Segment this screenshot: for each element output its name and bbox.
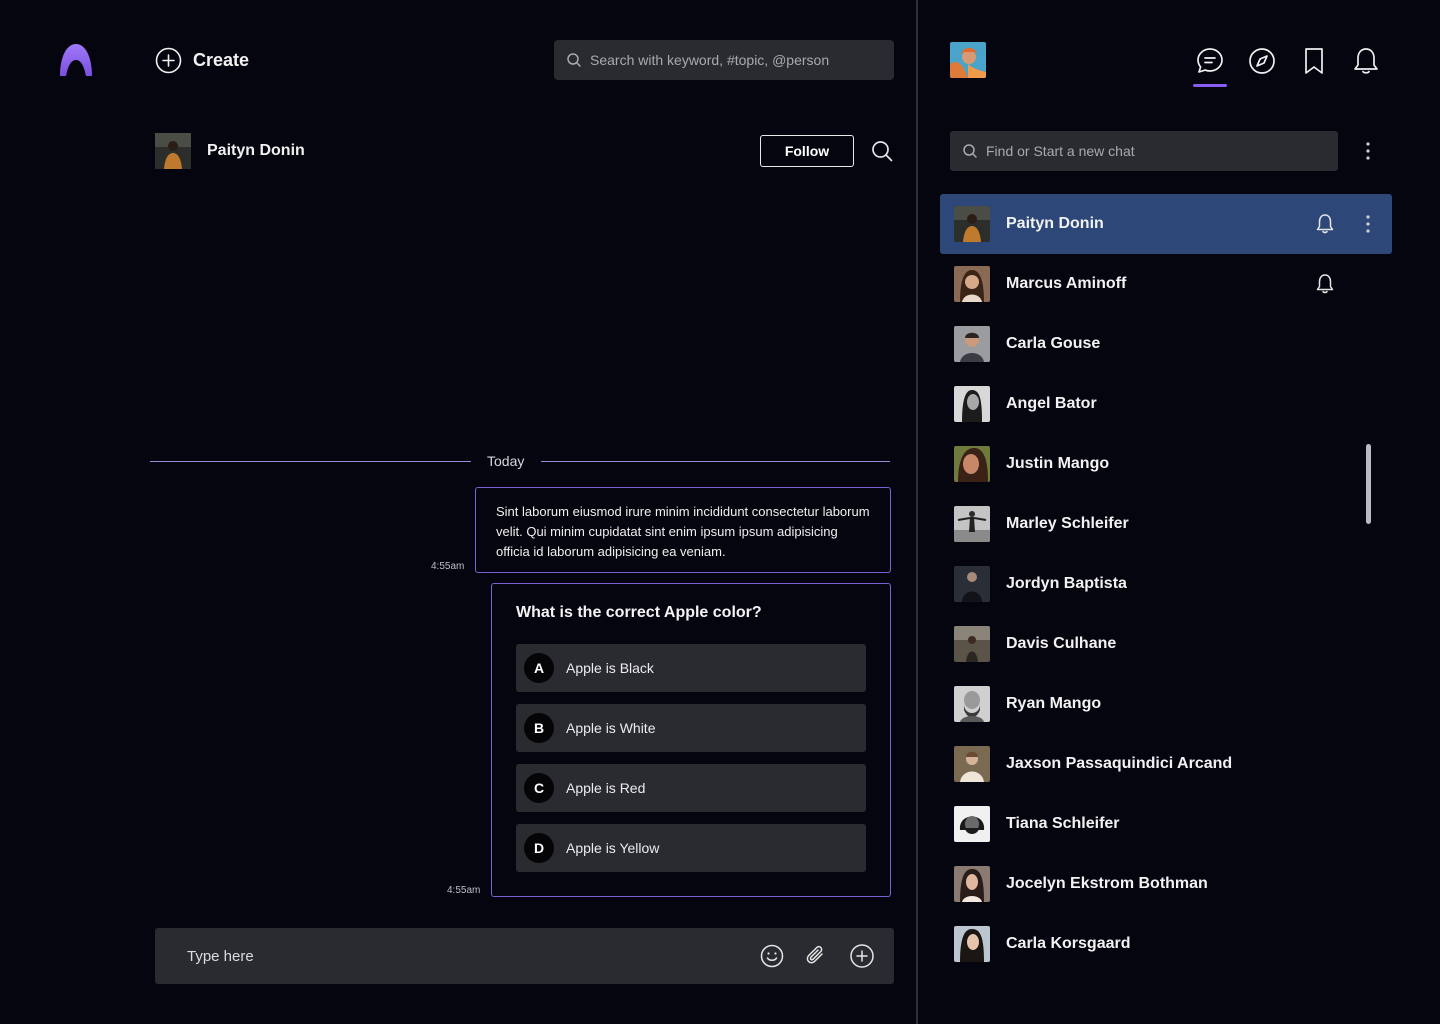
chat-item-jaxson-passaquindici-arcand[interactable]: Jaxson Passaquindici Arcand (940, 734, 1392, 794)
message-composer (155, 928, 894, 984)
divider-line-right (541, 461, 890, 462)
message-input[interactable] (187, 947, 747, 965)
poll-option-d[interactable]: D Apple is Yellow (516, 824, 866, 872)
chat-item-angel-bator[interactable]: Angel Bator (940, 374, 1392, 434)
chat-item-davis-culhane[interactable]: Davis Culhane (940, 614, 1392, 674)
chat-name: Justin Mango (1006, 455, 1110, 472)
avatar (954, 446, 990, 482)
chat-name: Ryan Mango (1006, 695, 1102, 712)
follow-button[interactable]: Follow (760, 135, 854, 167)
chat-item-paityn-donin[interactable]: Paityn Donin (940, 194, 1392, 254)
plus-circle-icon (155, 47, 182, 73)
chat-name: Tiana Schleifer (1006, 815, 1120, 832)
avatar (954, 626, 990, 662)
create-button[interactable]: Create (155, 46, 249, 74)
more-options-icon[interactable] (1358, 141, 1378, 161)
chat-search-input[interactable] (986, 143, 1326, 159)
chat-item-jocelyn-ekstrom-bothman[interactable]: Jocelyn Ekstrom Bothman (940, 854, 1392, 914)
option-letter: D (524, 833, 554, 863)
chat-item-tiana-schleifer[interactable]: Tiana Schleifer (940, 794, 1392, 854)
global-search-input[interactable] (590, 52, 880, 68)
chat-item-carla-gouse[interactable]: Carla Gouse (940, 314, 1392, 374)
option-letter: B (524, 713, 554, 743)
emoji-icon[interactable] (759, 943, 785, 969)
chat-name: Angel Bator (1006, 395, 1097, 412)
divider-line-left (150, 461, 471, 462)
paperclip-icon[interactable] (803, 943, 829, 969)
message-bubble[interactable]: Sint laborum eiusmod irure minim incidid… (475, 487, 891, 573)
option-letter: A (524, 653, 554, 683)
avatar (954, 566, 990, 602)
option-text: Apple is Black (566, 660, 654, 676)
bell-icon[interactable] (1314, 213, 1336, 235)
bookmark-icon[interactable] (1299, 46, 1329, 76)
date-divider-label: Today (487, 453, 525, 469)
compass-icon[interactable] (1247, 46, 1277, 76)
avatar (954, 686, 990, 722)
add-circle-icon[interactable] (849, 943, 875, 969)
create-label: Create (193, 49, 250, 70)
chat-list: Paityn Donin Marcus Aminoff Carla Gouse … (940, 194, 1392, 974)
option-letter: C (524, 773, 554, 803)
chat-name: Carla Korsgaard (1006, 935, 1131, 952)
chat-name: Jaxson Passaquindici Arcand (1006, 755, 1233, 772)
avatar (954, 326, 990, 362)
app-root: Create Paityn Donin Follow Today 4:55am … (0, 0, 1440, 1024)
search-icon (963, 144, 977, 158)
avatar (954, 806, 990, 842)
avatar (954, 506, 990, 542)
avatar[interactable] (155, 133, 191, 169)
chat-name: Jordyn Baptista (1006, 575, 1127, 592)
chat-item-carla-korsgaard[interactable]: Carla Korsgaard (940, 914, 1392, 974)
user-avatar[interactable] (950, 42, 986, 78)
avatar (954, 206, 990, 242)
bell-icon[interactable] (1314, 273, 1336, 295)
avatar (954, 746, 990, 782)
chat-item-marley-schleifer[interactable]: Marley Schleifer (940, 494, 1392, 554)
poll-option-c[interactable]: C Apple is Red (516, 764, 866, 812)
more-options-icon[interactable] (1358, 214, 1378, 234)
avatar (954, 266, 990, 302)
chat-item-ryan-mango[interactable]: Ryan Mango (940, 674, 1392, 734)
option-text: Apple is Yellow (566, 840, 660, 856)
conversation-header: Paityn Donin (155, 133, 305, 169)
bell-icon[interactable] (1351, 46, 1381, 76)
chat-item-jordyn-baptista[interactable]: Jordyn Baptista (940, 554, 1392, 614)
global-search[interactable] (554, 40, 894, 80)
chat-name: Jocelyn Ekstrom Bothman (1006, 875, 1208, 892)
app-logo[interactable] (58, 42, 94, 78)
chat-name: Carla Gouse (1006, 335, 1101, 352)
poll-option-b[interactable]: B Apple is White (516, 704, 866, 752)
chat-item-justin-mango[interactable]: Justin Mango (940, 434, 1392, 494)
search-icon (567, 53, 581, 67)
chat-icon[interactable] (1195, 46, 1225, 76)
chat-name: Paityn Donin (1006, 215, 1104, 232)
conversation-name: Paityn Donin (207, 142, 305, 159)
chat-search[interactable] (950, 131, 1338, 171)
poll-card: What is the correct Apple color? A Apple… (491, 583, 891, 897)
chat-name: Marley Schleifer (1006, 515, 1129, 532)
chat-name: Davis Culhane (1006, 635, 1117, 652)
poll-question: What is the correct Apple color? (516, 604, 762, 621)
option-text: Apple is White (566, 720, 656, 736)
chat-list-scrollbar[interactable] (1366, 444, 1371, 524)
search-icon[interactable] (870, 139, 894, 163)
active-nav-indicator (1193, 84, 1227, 87)
avatar (954, 386, 990, 422)
panel-separator (916, 0, 918, 1024)
option-text: Apple is Red (566, 780, 646, 796)
chat-name: Marcus Aminoff (1006, 275, 1127, 292)
avatar (954, 926, 990, 962)
poll-option-a[interactable]: A Apple is Black (516, 644, 866, 692)
message-time: 4:55am (431, 561, 465, 572)
avatar (954, 866, 990, 902)
poll-time: 4:55am (447, 885, 481, 896)
chat-item-marcus-aminoff[interactable]: Marcus Aminoff (940, 254, 1392, 314)
